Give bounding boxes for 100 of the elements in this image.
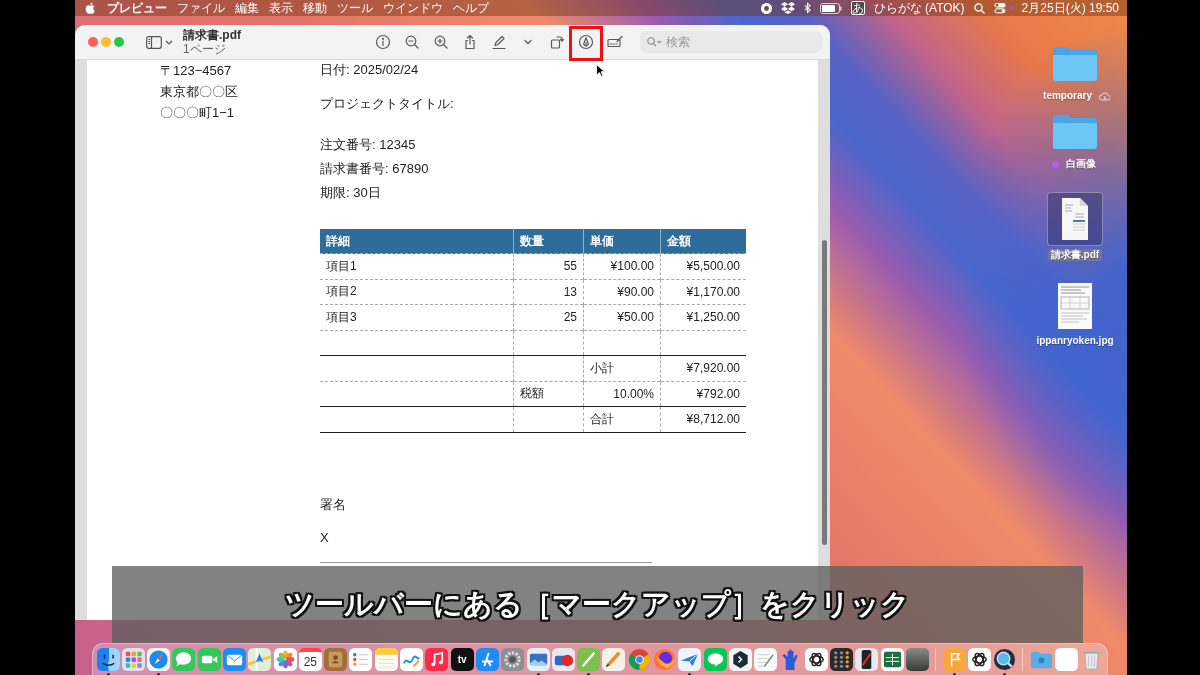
flower-icon[interactable]	[273, 648, 297, 671]
table-cell: ¥50.00	[583, 304, 661, 330]
page-count: 1ページ	[183, 42, 226, 56]
table-cell: 項目3	[320, 304, 514, 330]
notepad-icon[interactable]	[374, 648, 398, 671]
bluetooth-icon[interactable]	[803, 2, 811, 14]
wheel-icon[interactable]	[627, 648, 651, 671]
video-camera-icon[interactable]	[197, 648, 221, 671]
brush-icon[interactable]	[602, 648, 626, 671]
app-grid-icon[interactable]	[121, 648, 145, 671]
knot-icon[interactable]	[967, 648, 991, 671]
battery-icon[interactable]	[819, 2, 842, 14]
apple-icon[interactable]	[85, 2, 95, 14]
table-cell: ¥1,250.00	[660, 304, 746, 330]
calculator-icon[interactable]	[830, 648, 854, 671]
address-text: 〒123−4567	[160, 62, 232, 80]
table-cell: 25	[513, 304, 584, 330]
gear-icon[interactable]	[501, 648, 525, 671]
text-box-pen-icon	[607, 34, 623, 50]
shapes-icon[interactable]	[551, 648, 575, 671]
document-icon[interactable]	[1047, 192, 1103, 246]
phone-icon[interactable]	[855, 648, 879, 671]
airplane-icon[interactable]	[678, 648, 702, 671]
status-dot-icon	[1008, 6, 1013, 10]
table-cell: ¥90.00	[583, 279, 661, 305]
slash-icon[interactable]	[577, 648, 601, 671]
knot-icon[interactable]	[804, 648, 828, 671]
table-cell: 13	[513, 279, 584, 305]
envelope-icon[interactable]	[223, 648, 246, 671]
detail-text: プロジェクトタイトル:	[320, 95, 454, 113]
tv-icon[interactable]: tv	[450, 648, 474, 671]
input-mode-text[interactable]: ひらがな (ATOK)	[873, 0, 965, 16]
search-field[interactable]: 検索	[640, 31, 822, 53]
table-cell: 55	[513, 253, 584, 279]
face-icon[interactable]	[96, 648, 120, 671]
file-name-label: ippanryoken.jpg	[1035, 335, 1115, 347]
column-header: 金額	[660, 229, 746, 254]
column-header: 単価	[583, 229, 661, 254]
detail-text: 期限: 30日	[320, 184, 381, 202]
compass-icon[interactable]	[147, 648, 171, 671]
address-text: 東京都〇〇区	[160, 83, 238, 101]
chevron-down-icon	[165, 39, 173, 45]
globe-icon[interactable]	[653, 648, 677, 671]
scrollbar-thumb[interactable]	[821, 240, 827, 545]
menu-item[interactable]: 表示	[269, 0, 293, 16]
folder-icon[interactable]	[1051, 114, 1099, 150]
clock-text[interactable]: 2月25日(火) 19:50	[1021, 0, 1119, 16]
table-cell: ¥5,500.00	[660, 253, 746, 279]
signature-label: 署名	[320, 495, 346, 514]
column-header: 数量	[513, 229, 584, 254]
photo-placeholder[interactable]	[906, 648, 929, 671]
table-cell: 合計	[583, 406, 661, 432]
table-cell: ¥100.00	[583, 253, 661, 279]
diamonds-icon[interactable]	[780, 2, 795, 14]
zoom-in-icon	[433, 34, 449, 50]
checklist-icon[interactable]	[349, 648, 373, 671]
lens-icon[interactable]	[993, 648, 1017, 671]
table-cell: 項目1	[320, 253, 514, 279]
pencil-strokes-icon[interactable]	[475, 648, 499, 671]
menu-item[interactable]: プレビュー	[107, 0, 167, 16]
record-icon[interactable]	[760, 2, 772, 14]
file-name-label: 白画像	[1064, 158, 1097, 170]
close-button[interactable]	[88, 37, 98, 47]
speech-bubble-icon[interactable]	[172, 648, 196, 671]
menu-item[interactable]: ウインドウ	[383, 0, 443, 16]
toggles-icon[interactable]	[993, 2, 1006, 14]
menu-item[interactable]: ヘルプ	[453, 0, 489, 16]
menu-item[interactable]: 移動	[303, 0, 327, 16]
share-icon	[462, 34, 478, 50]
input-mode-badge[interactable]: あ	[850, 1, 865, 15]
table-cell: 10.00%	[583, 381, 661, 407]
spreadsheet-icon[interactable]	[880, 648, 904, 671]
search-icon	[647, 37, 662, 47]
pen-icon	[491, 34, 507, 50]
sidebar-icon	[146, 35, 162, 49]
pen-tip-icon	[578, 34, 594, 50]
menu-item[interactable]: 編集	[235, 0, 259, 16]
subtitle-caption: ツールバーにある［マークアップ］をクリック	[112, 566, 1083, 643]
table-cell: 項目2	[320, 279, 514, 305]
map-icon[interactable]	[248, 648, 272, 671]
window-title: 請求書.pdf	[183, 28, 241, 42]
table-cell: ¥7,920.00	[660, 355, 746, 381]
address-text: 〇〇〇町1−1	[160, 104, 235, 122]
picture-frame-icon[interactable]	[526, 648, 550, 671]
menu-item[interactable]: ファイル	[177, 0, 225, 16]
blank-tile-icon[interactable]	[1055, 648, 1079, 671]
scribble-icon[interactable]	[400, 648, 424, 671]
search-icon[interactable]	[973, 2, 985, 14]
music-note-icon[interactable]	[425, 648, 449, 671]
rotate-icon	[549, 34, 565, 50]
address-book-icon[interactable]	[324, 648, 348, 671]
calendar-icon[interactable]: 25	[298, 648, 322, 671]
signature-mark: X	[320, 528, 329, 547]
detail-text: 日付: 2025/02/24	[320, 61, 419, 79]
document-thumbnail-icon[interactable]	[1058, 283, 1092, 329]
info-icon	[375, 34, 391, 50]
table-cell: 小計	[583, 355, 661, 381]
file-name-label: temporary	[1042, 90, 1093, 102]
zoom-out-icon	[404, 34, 420, 50]
menu-item[interactable]: ツール	[337, 0, 373, 16]
